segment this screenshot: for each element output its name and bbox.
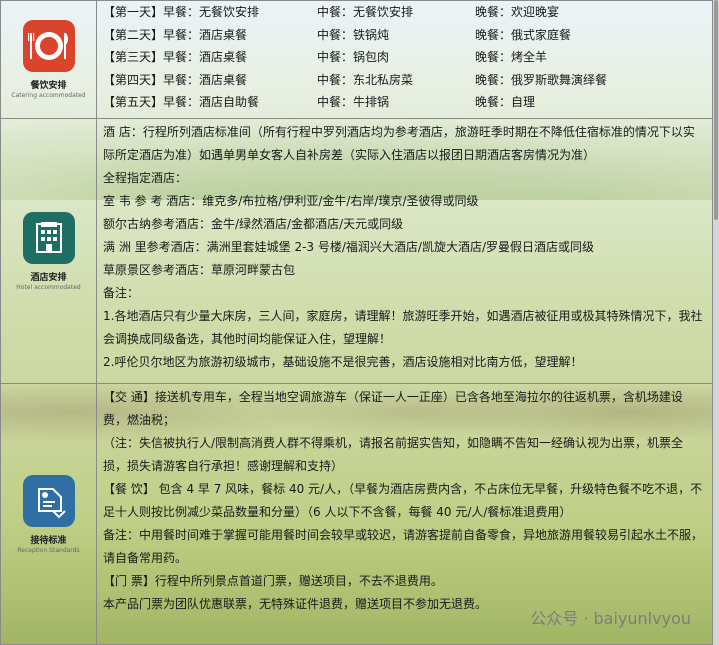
hotel-standard: 酒 店：行程所列酒店标准间（所有行程中罗列酒店均为参考酒店，旅游旺季时期在不降低… bbox=[103, 125, 695, 162]
hotel-line-eerguna: 额尔古纳参考酒店：金牛/绿然酒店/金都酒店/天元或同级 bbox=[103, 217, 404, 231]
reception-icon-cell: 接待标准 Reception Standards bbox=[0, 383, 97, 645]
day1-breakfast: 【第一天】早餐：无餐饮安排 bbox=[103, 5, 260, 19]
day5-lunch: 中餐：牛排锅 bbox=[317, 95, 390, 110]
hotel-row: 酒店安排 Hotel accommodated 酒 店：行程所列酒店标准间（所有… bbox=[0, 118, 713, 384]
reception-meals-note: 备注：中用餐时间难于掌握可能用餐时间会较早或较迟，请游客提前自备零食，异地旅游用… bbox=[103, 528, 704, 565]
hotel-note-2: 2.呼伦贝尔地区为旅游初级城市，基础设施不是很完善，酒店设施相对比南方低，望理解… bbox=[103, 355, 583, 369]
reception-icon-subtitle: Reception Standards bbox=[17, 546, 80, 554]
day2-lunch: 中餐：铁锅炖 bbox=[317, 27, 390, 42]
hotel-line-manzhouli: 满 洲 里参考酒店：满洲里套娃城堡 2-3 号楼/福润兴大酒店/凯旋大酒店/罗曼… bbox=[103, 240, 594, 254]
meal-day-4: 【第四天】早餐：酒店桌餐 中餐：东北私房菜 晚餐：俄罗斯歌舞演绎餐 bbox=[97, 69, 712, 92]
reception-icon bbox=[22, 474, 75, 527]
day5-dinner: 晚餐：自理 bbox=[475, 95, 536, 110]
reception-transport: 【交 通】接送机专用车，全程当地空调旅游车（保证一人一正座）已含各地至海拉尔的往… bbox=[103, 390, 683, 427]
catering-icon-cell: 餐饮安排 Catering accommodated bbox=[0, 0, 97, 119]
hotel-line-shiwei: 室 韦 参 考 酒店：维克多/布拉格/伊利亚/金牛/右岸/璞京/圣彼得或同级 bbox=[103, 194, 479, 208]
hotel-icon-subtitle: Hotel accommodated bbox=[16, 283, 81, 291]
day4-breakfast: 【第四天】早餐：酒店桌餐 bbox=[103, 72, 248, 87]
watermark: 公众号 · baiyunlvyou bbox=[530, 609, 691, 628]
meal-day-1: 【第一天】早餐：无餐饮安排 中餐：无餐饮安排 晚餐：欢迎晚宴 bbox=[97, 1, 712, 24]
scrollbar-thumb[interactable] bbox=[714, 0, 718, 220]
hotel-line-grassland: 草原景区参考酒店：草原河畔蒙古包 bbox=[103, 263, 296, 277]
catering-content: 【第一天】早餐：无餐饮安排 中餐：无餐饮安排 晚餐：欢迎晚宴 【第二天】早餐：酒… bbox=[96, 0, 713, 119]
day2-breakfast: 【第二天】早餐：酒店桌餐 bbox=[103, 27, 248, 42]
scrollbar[interactable] bbox=[713, 0, 719, 645]
day1-dinner: 晚餐：欢迎晚宴 bbox=[475, 5, 560, 19]
reception-tickets: 【门 票】行程中所列景点首道门票，赠送项目，不去不退费用。 bbox=[103, 574, 443, 588]
reception-transport-note: （注：失信被执行人/限制高消费人群不得乘机，请报名前据实告知，如隐瞒不告知一经确… bbox=[103, 436, 684, 473]
hotel-icon-title: 酒店安排 bbox=[30, 272, 67, 283]
catering-icon bbox=[22, 20, 75, 72]
day1-lunch: 中餐：无餐饮安排 bbox=[317, 5, 414, 19]
hotel-notes-title: 备注： bbox=[103, 286, 140, 300]
day4-dinner: 晚餐：俄罗斯歌舞演绎餐 bbox=[475, 72, 608, 87]
catering-row: 餐饮安排 Catering accommodated 【第一天】早餐：无餐饮安排… bbox=[0, 0, 713, 119]
reception-meals: 【餐 饮】 包含 4 早 7 风味，餐标 40 元/人，（早餐为酒店房费内含，不… bbox=[103, 482, 703, 519]
day5-breakfast: 【第五天】早餐：酒店自助餐 bbox=[103, 95, 260, 110]
catering-icon-subtitle: Catering accommodated bbox=[11, 92, 86, 99]
day3-lunch: 中餐：锅包肉 bbox=[317, 50, 390, 65]
meal-day-5: 【第五天】早餐：酒店自助餐 中餐：牛排锅 晚餐：自理 bbox=[97, 91, 712, 114]
meal-day-2: 【第二天】早餐：酒店桌餐 中餐：铁锅炖 晚餐：俄式家庭餐 bbox=[97, 24, 712, 47]
hotel-all-title: 全程指定酒店： bbox=[103, 171, 188, 185]
hotel-content: 酒 店：行程所列酒店标准间（所有行程中罗列酒店均为参考酒店，旅游旺季时期在不降低… bbox=[96, 118, 713, 384]
hotel-icon bbox=[22, 211, 75, 264]
reception-icon-title: 接待标准 bbox=[30, 535, 67, 546]
catering-icon-title: 餐饮安排 bbox=[30, 81, 67, 91]
day3-dinner: 晚餐：烤全羊 bbox=[475, 50, 548, 65]
hotel-note-1: 1.各地酒店只有少量大床房，三人间，家庭房，请理解！旅游旺季开始，如遇酒店被征用… bbox=[103, 309, 703, 346]
hotel-icon-cell: 酒店安排 Hotel accommodated bbox=[0, 118, 97, 384]
itinerary-table: 餐饮安排 Catering accommodated 【第一天】早餐：无餐饮安排… bbox=[0, 0, 713, 645]
meal-day-3: 【第三天】早餐：酒店桌餐 中餐：锅包肉 晚餐：烤全羊 bbox=[97, 46, 712, 69]
day2-dinner: 晚餐：俄式家庭餐 bbox=[475, 27, 572, 42]
day3-breakfast: 【第三天】早餐：酒店桌餐 bbox=[103, 50, 248, 65]
day4-lunch: 中餐：东北私房菜 bbox=[317, 72, 414, 87]
